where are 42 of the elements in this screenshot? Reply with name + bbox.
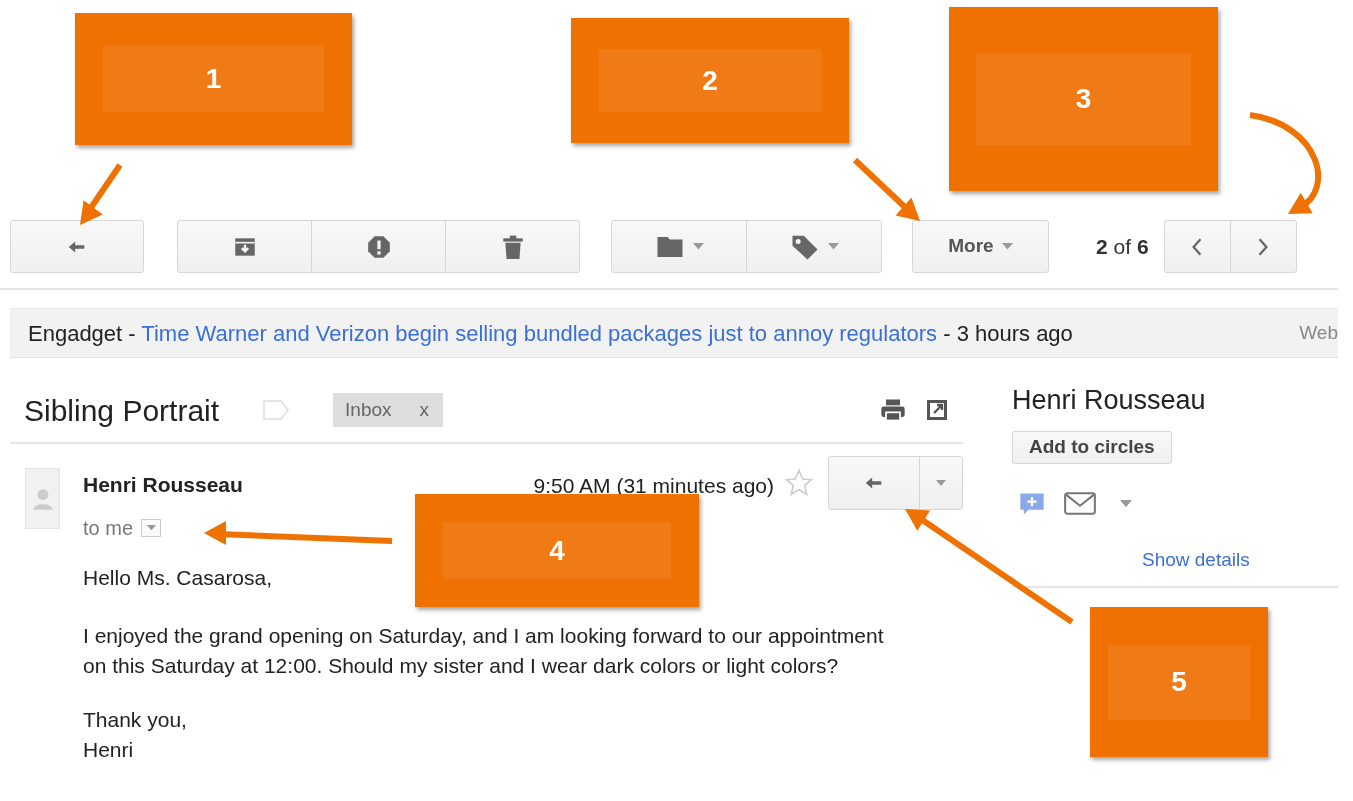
callout-number: 3 xyxy=(1075,82,1092,116)
callout-number: 1 xyxy=(205,62,222,96)
callout-number: 4 xyxy=(549,533,565,568)
caret-icon xyxy=(827,243,839,250)
caret-icon xyxy=(936,480,946,486)
labels-button[interactable] xyxy=(746,220,882,273)
caret-icon xyxy=(1001,243,1013,250)
mail-icon[interactable] xyxy=(1064,492,1096,515)
message-paragraph: Thank you, Henri xyxy=(83,706,188,763)
star-icon[interactable] xyxy=(784,468,814,498)
add-to-circles-button[interactable]: Add to circles xyxy=(1012,430,1172,464)
archive-button[interactable] xyxy=(177,220,312,273)
news-headline-link[interactable]: Time Warner and Verizon begin selling bundled packages just to annoy regulators xyxy=(141,320,938,346)
caret-icon xyxy=(692,243,704,250)
subject-title: Sibling Portrait xyxy=(24,392,220,429)
callout-arrow xyxy=(80,163,123,225)
message-time: 9:50 AM (31 minutes ago) xyxy=(533,473,774,499)
contact-name: Henri Rousseau xyxy=(1012,384,1207,417)
new-window-icon[interactable] xyxy=(925,398,949,422)
sender-name: Henri Rousseau xyxy=(83,472,243,498)
contact-menu-button[interactable] xyxy=(1120,499,1132,508)
show-details-link[interactable]: Show details xyxy=(1142,545,1250,574)
more-button[interactable]: More xyxy=(912,220,1049,273)
report-spam-button[interactable] xyxy=(311,220,446,273)
caret-icon xyxy=(146,524,156,531)
callout-number: 2 xyxy=(702,63,718,98)
news-clip-text: Engadget - Time Warner and Verizon begin selling bundled packages just to annoy regulators - 3 hours ago xyxy=(28,319,1073,348)
remove-label-button[interactable]: x xyxy=(419,395,430,425)
label-chip-text: Inbox xyxy=(345,397,392,422)
message-paragraph: Hello Ms. Casarosa, xyxy=(83,564,274,591)
recipient-text: to me xyxy=(83,515,134,541)
move-to-button[interactable] xyxy=(611,220,747,273)
avatar-placeholder xyxy=(25,468,60,529)
caret-icon xyxy=(1120,499,1132,508)
web-clip-label: Web xyxy=(1299,320,1338,345)
callout-number: 5 xyxy=(1171,665,1187,699)
exclamation-icon xyxy=(365,233,392,260)
details-dropdown[interactable] xyxy=(141,518,162,537)
callout-arrow xyxy=(852,157,920,221)
delete-button[interactable] xyxy=(445,220,580,273)
message-paragraph: I enjoyed the grand opening on Saturday, and I am looking forward to our appointment on this Saturday at 12:00. Should my sister and I wear dark colors or light colors? xyxy=(83,622,885,679)
page-counter: 2 of 6 xyxy=(1096,233,1149,260)
